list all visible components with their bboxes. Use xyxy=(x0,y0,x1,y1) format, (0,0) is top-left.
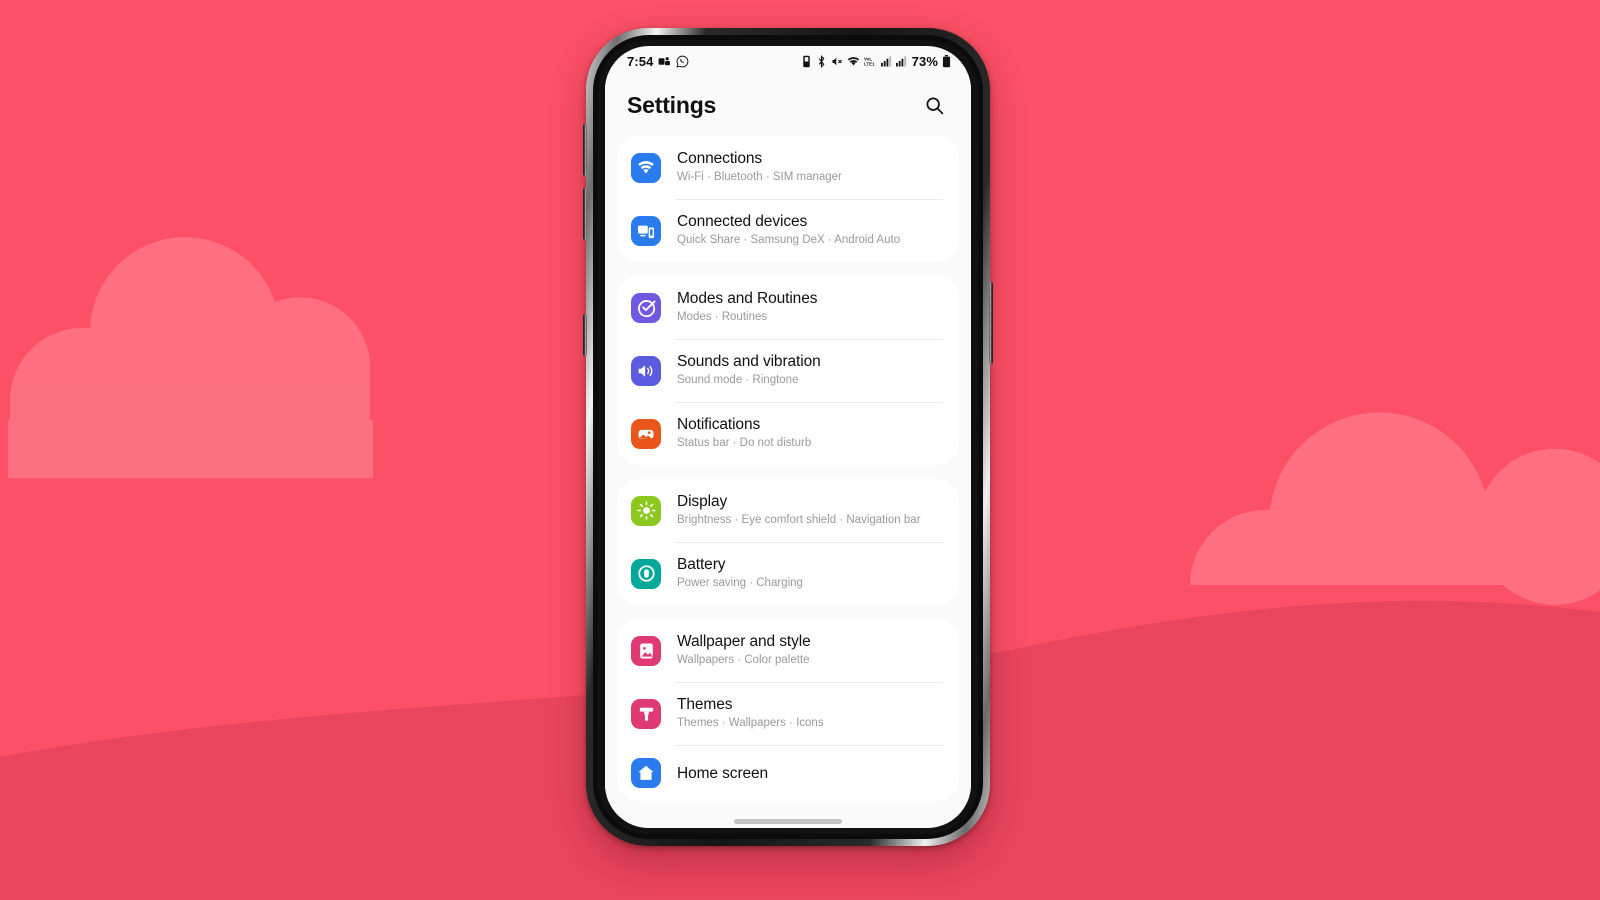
phone-device: 7:54 VoL LTE1 73% Settings Connections W… xyxy=(583,28,993,846)
settings-row-connected-devices[interactable]: Connected devices Quick Share · Samsung D… xyxy=(617,199,959,262)
settings-row-text: Wallpaper and style Wallpapers · Color pa… xyxy=(677,632,811,669)
alarm-icon xyxy=(801,55,812,68)
settings-row-text: Display Brightness · Eye comfort shield ·… xyxy=(677,492,921,529)
settings-row-subtitle: Power saving · Charging xyxy=(677,577,803,589)
status-bar-right: VoL LTE1 73% xyxy=(801,54,951,69)
settings-row-text: Connections Wi-Fi · Bluetooth · SIM manag… xyxy=(677,149,842,186)
signal-sim2-icon xyxy=(895,55,907,67)
settings-list[interactable]: Connections Wi-Fi · Bluetooth · SIM manag… xyxy=(605,136,971,828)
settings-row-subtitle: Sound mode · Ringtone xyxy=(677,374,799,386)
settings-group: Display Brightness · Eye comfort shield ·… xyxy=(617,479,959,605)
settings-row-text: Home screen xyxy=(677,764,768,783)
mute-icon xyxy=(831,55,843,68)
settings-row-text: Battery Power saving · Charging xyxy=(677,555,803,592)
signal-sim1-icon xyxy=(880,55,892,67)
svg-text:VoL: VoL xyxy=(864,56,872,61)
settings-row-wallpaper-and-style[interactable]: Wallpaper and style Wallpapers · Color pa… xyxy=(617,619,959,682)
bixby-button[interactable] xyxy=(583,314,587,356)
battery-circle-icon xyxy=(631,558,661,589)
wifi-icon xyxy=(847,55,860,67)
settings-row-sounds-and-vibration[interactable]: Sounds and vibration Sound mode · Rington… xyxy=(617,339,959,402)
settings-row-themes[interactable]: Themes Themes · Wallpapers · Icons xyxy=(617,682,959,745)
settings-row-title: Connected devices xyxy=(677,213,808,230)
bluetooth-icon xyxy=(816,54,827,68)
svg-text:LTE1: LTE1 xyxy=(864,61,875,66)
power-button[interactable] xyxy=(989,282,993,364)
settings-row-title: Connections xyxy=(677,150,763,167)
volume-down-button[interactable] xyxy=(583,188,587,240)
phone-screen: 7:54 VoL LTE1 73% Settings Connections W… xyxy=(605,46,971,828)
settings-row-text: Modes and Routines Modes · Routines xyxy=(677,289,817,326)
devices-icon xyxy=(631,215,661,246)
settings-row-subtitle: Wi-Fi · Bluetooth · SIM manager xyxy=(677,171,842,183)
status-bar-left: 7:54 xyxy=(627,54,689,69)
whatsapp-icon xyxy=(676,55,689,68)
settings-row-title: Modes and Routines xyxy=(677,290,818,307)
settings-row-text: Themes Themes · Wallpapers · Icons xyxy=(677,695,824,732)
paint-roller-icon xyxy=(631,698,661,729)
status-bar-clock: 7:54 xyxy=(627,53,654,69)
settings-row-title: Home screen xyxy=(677,764,769,782)
settings-row-modes-and-routines[interactable]: Modes and Routines Modes · Routines xyxy=(617,276,959,339)
settings-row-title: Sounds and vibration xyxy=(677,353,821,370)
settings-row-display[interactable]: Display Brightness · Eye comfort shield ·… xyxy=(617,479,959,542)
settings-row-title: Battery xyxy=(677,556,726,573)
status-bar: 7:54 VoL LTE1 73% xyxy=(605,46,971,74)
settings-row-subtitle: Wallpapers · Color palette xyxy=(677,654,810,666)
page-title: Settings xyxy=(627,91,717,118)
settings-row-home-screen[interactable]: Home screen xyxy=(617,745,959,801)
search-icon[interactable] xyxy=(919,90,949,120)
settings-group: Connections Wi-Fi · Bluetooth · SIM manag… xyxy=(617,136,959,262)
settings-row-subtitle: Modes · Routines xyxy=(677,311,768,323)
settings-row-text: Sounds and vibration Sound mode · Rington… xyxy=(677,352,821,389)
settings-row-battery[interactable]: Battery Power saving · Charging xyxy=(617,542,959,605)
battery-percent-label: 73% xyxy=(911,53,938,69)
image-icon xyxy=(631,635,661,666)
battery-icon xyxy=(942,54,951,68)
settings-row-subtitle: Status bar · Do not disturb xyxy=(677,437,812,449)
volte-icon: VoL LTE1 xyxy=(864,55,877,67)
settings-row-subtitle: Brightness · Eye comfort shield · Naviga… xyxy=(677,514,921,526)
home-icon xyxy=(631,758,661,788)
gesture-bar[interactable] xyxy=(734,819,842,824)
settings-row-text: Connected devices Quick Share · Samsung D… xyxy=(677,212,900,249)
settings-row-title: Display xyxy=(677,493,728,510)
settings-header: Settings xyxy=(605,74,971,136)
settings-group: Modes and Routines Modes · Routines Sound… xyxy=(617,276,959,465)
brightness-icon xyxy=(631,495,661,526)
settings-row-subtitle: Quick Share · Samsung DeX · Android Auto xyxy=(677,234,901,246)
settings-row-connections[interactable]: Connections Wi-Fi · Bluetooth · SIM manag… xyxy=(617,136,959,199)
settings-row-subtitle: Themes · Wallpapers · Icons xyxy=(677,717,824,729)
settings-row-title: Wallpaper and style xyxy=(677,633,811,650)
volume-up-button[interactable] xyxy=(583,124,587,176)
speaker-icon xyxy=(631,355,661,386)
settings-row-title: Themes xyxy=(677,696,733,713)
settings-row-notifications[interactable]: Notifications Status bar · Do not disturb xyxy=(617,402,959,465)
settings-group: Wallpaper and style Wallpapers · Color pa… xyxy=(617,619,959,801)
teams-icon xyxy=(658,55,671,68)
wifi-icon xyxy=(631,152,661,183)
bell-notification-icon xyxy=(631,418,661,449)
settings-row-title: Notifications xyxy=(677,416,761,433)
settings-row-text: Notifications Status bar · Do not disturb xyxy=(677,415,811,452)
check-circle-icon xyxy=(631,292,661,323)
